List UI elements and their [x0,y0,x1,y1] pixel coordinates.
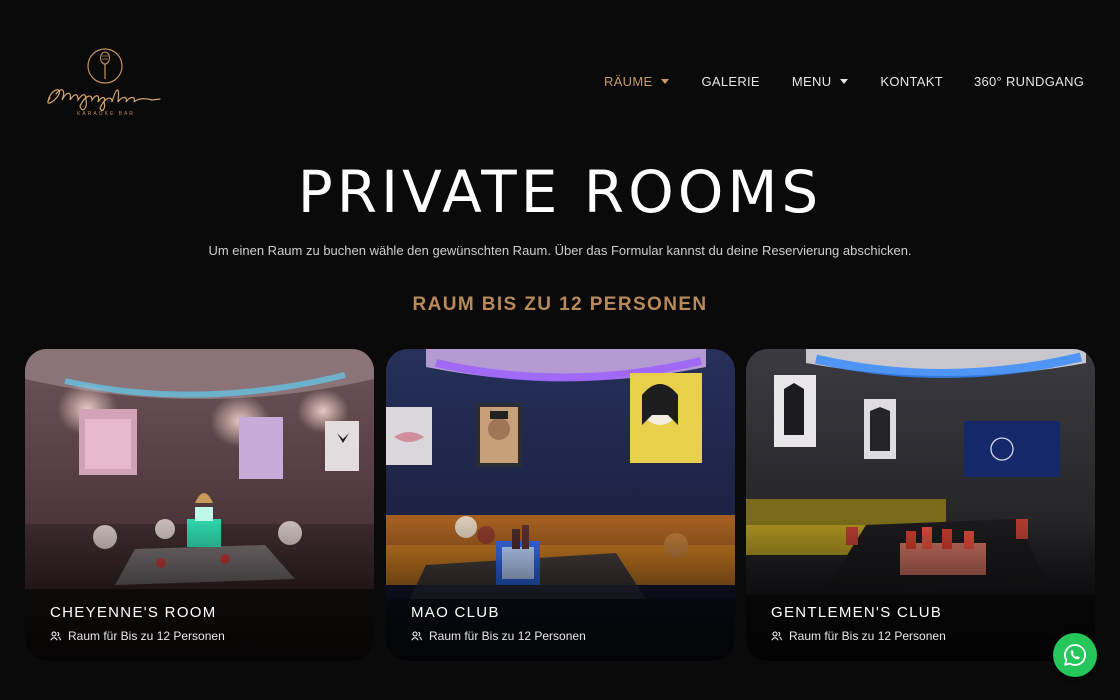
room-card-gentlemens-club[interactable]: GENTLEMEN'S CLUB Raum für Bis zu 12 Pers… [746,349,1095,661]
room-card-cheyennes-room[interactable]: CHEYENNE'S ROOM Raum für Bis zu 12 Perso… [25,349,374,661]
chevron-down-icon [840,78,849,84]
nav-label: MENU [791,73,832,89]
people-icon [50,631,61,641]
logo-subtitle: KARAOKE BAR [77,111,135,117]
shangrila-logo[interactable]: KARAOKE BAR [42,44,170,120]
people-icon [411,631,422,641]
microphone-icon [47,48,161,112]
site-header: KARAOKE BAR RÄUME GALERIE MENU KONTAKT 3… [0,0,1120,160]
whatsapp-icon [1064,644,1086,666]
page-subtitle: Um einen Raum zu buchen wähle den gewüns… [208,243,912,258]
room-card-mao-club[interactable]: MAO CLUB Raum für Bis zu 12 Personen [386,349,735,661]
chevron-down-icon [661,78,670,84]
room-name: CHEYENNE'S ROOM [50,604,217,621]
room-capacity: Raum für Bis zu 12 Personen [411,629,586,643]
nav-label: 360° RUNDGANG [973,73,1085,89]
main-nav: RÄUME GALERIE MENU KONTAKT 360° RUNDGANG [604,72,1084,90]
nav-item-menu[interactable]: MENU [791,73,849,89]
nav-label: GALERIE [701,73,760,89]
section-title: RAUM BIS ZU 12 PERSONEN [412,294,708,315]
room-capacity: Raum für Bis zu 12 Personen [50,629,225,643]
page-title: PRIVATE ROOMS [297,158,823,226]
nav-label: RÄUME [604,73,653,89]
room-capacity-label: Raum für Bis zu 12 Personen [429,629,586,643]
nav-item-raeume[interactable]: RÄUME [604,73,670,89]
room-cards: CHEYENNE'S ROOM Raum für Bis zu 12 Perso… [25,349,1095,661]
people-icon [771,631,782,641]
whatsapp-button[interactable] [1053,633,1097,677]
room-capacity-label: Raum für Bis zu 12 Personen [789,629,946,643]
room-name: MAO CLUB [411,604,500,621]
room-name: GENTLEMEN'S CLUB [771,604,943,621]
nav-item-360-rundgang[interactable]: 360° RUNDGANG [974,74,1084,89]
nav-item-kontakt[interactable]: KONTAKT [880,74,943,89]
room-capacity: Raum für Bis zu 12 Personen [771,629,946,643]
nav-label: KONTAKT [880,73,943,89]
nav-item-galerie[interactable]: GALERIE [701,74,759,89]
room-capacity-label: Raum für Bis zu 12 Personen [68,629,225,643]
